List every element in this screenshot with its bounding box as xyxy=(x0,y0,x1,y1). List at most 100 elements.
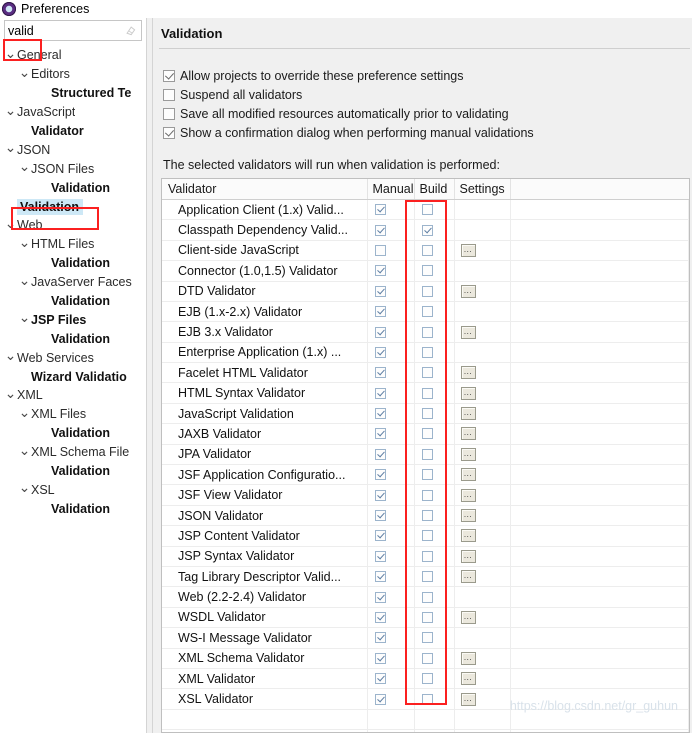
tree-item-json[interactable]: ⌄ JSON xyxy=(0,140,146,159)
tree-item-wizard-validatio[interactable]: Wizard Validatio xyxy=(0,367,146,386)
build-checkbox-cell[interactable] xyxy=(414,382,455,404)
settings-cell[interactable]: ... xyxy=(454,607,511,629)
manual-checkbox-cell[interactable] xyxy=(367,607,415,629)
pane-divider[interactable] xyxy=(146,18,153,733)
settings-ellipsis-button[interactable]: ... xyxy=(460,325,476,339)
tree-item-validation[interactable]: Validation xyxy=(0,462,146,481)
table-row[interactable]: Application Client (1.x) Valid... xyxy=(162,199,689,221)
table-row[interactable]: JSON Validator... xyxy=(162,505,689,527)
build-checkbox-unchecked[interactable] xyxy=(421,387,433,399)
manual-checkbox-checked[interactable] xyxy=(374,346,386,358)
build-checkbox-unchecked[interactable] xyxy=(421,510,433,522)
manual-checkbox-checked[interactable] xyxy=(374,408,386,420)
option-row[interactable]: Suspend all validators xyxy=(163,86,692,105)
settings-cell[interactable]: ... xyxy=(454,240,511,262)
table-row[interactable]: HTML Syntax Validator... xyxy=(162,382,689,404)
settings-ellipsis-button[interactable]: ... xyxy=(460,427,476,441)
tree-item-javascript[interactable]: ⌄ JavaScript xyxy=(0,103,146,122)
build-checkbox-cell[interactable] xyxy=(414,342,455,364)
tree-item-xml[interactable]: ⌄ XML xyxy=(0,386,146,405)
settings-cell[interactable]: ... xyxy=(454,362,511,384)
tree-item-validation[interactable]: Validation xyxy=(0,499,146,518)
settings-cell[interactable]: ... xyxy=(454,546,511,568)
build-checkbox-unchecked[interactable] xyxy=(421,652,433,664)
build-checkbox-unchecked[interactable] xyxy=(421,428,433,440)
eraser-icon[interactable] xyxy=(125,25,136,36)
checkbox-checked[interactable] xyxy=(163,127,175,140)
build-checkbox-unchecked[interactable] xyxy=(421,489,433,501)
table-row[interactable]: EJB (1.x-2.x) Validator xyxy=(162,301,689,323)
build-checkbox-cell[interactable] xyxy=(414,464,455,486)
build-checkbox-unchecked[interactable] xyxy=(421,693,433,705)
build-checkbox-unchecked[interactable] xyxy=(421,285,433,297)
tree-item-javaserver-faces[interactable]: ⌄ JavaServer Faces xyxy=(0,273,146,292)
table-row[interactable]: Client-side JavaScript... xyxy=(162,240,689,262)
build-checkbox-cell[interactable] xyxy=(414,648,455,669)
build-checkbox-cell[interactable] xyxy=(414,219,455,241)
manual-checkbox-cell[interactable] xyxy=(367,199,415,221)
manual-checkbox-cell[interactable] xyxy=(367,668,415,690)
manual-checkbox-checked[interactable] xyxy=(374,510,386,522)
settings-cell[interactable]: ... xyxy=(454,281,511,302)
manual-checkbox-checked[interactable] xyxy=(374,367,386,379)
manual-checkbox-cell[interactable] xyxy=(367,444,415,466)
settings-ellipsis-button[interactable]: ... xyxy=(460,692,476,706)
settings-cell[interactable]: ... xyxy=(454,566,511,588)
settings-ellipsis-button[interactable]: ... xyxy=(460,407,476,421)
manual-checkbox-checked[interactable] xyxy=(374,306,386,318)
chevron-down-icon[interactable]: ⌄ xyxy=(18,443,31,458)
manual-checkbox-checked[interactable] xyxy=(374,571,386,583)
chevron-down-icon[interactable]: ⌄ xyxy=(18,480,31,495)
build-checkbox-cell[interactable] xyxy=(414,321,455,343)
build-checkbox-cell[interactable] xyxy=(414,566,455,588)
checkbox-checked[interactable] xyxy=(163,70,175,83)
settings-cell[interactable]: ... xyxy=(454,382,511,404)
column-header-settings[interactable]: Settings xyxy=(454,178,511,200)
build-checkbox-cell[interactable] xyxy=(414,505,455,527)
manual-checkbox-cell[interactable] xyxy=(367,301,415,323)
settings-cell[interactable]: ... xyxy=(454,668,511,690)
settings-cell[interactable]: ... xyxy=(454,484,511,506)
build-checkbox-unchecked[interactable] xyxy=(421,632,433,644)
validators-table-container[interactable]: Validator Manual Build Settings Applicat… xyxy=(161,177,690,733)
build-checkbox-unchecked[interactable] xyxy=(421,611,433,623)
settings-ellipsis-button[interactable]: ... xyxy=(460,651,476,665)
manual-checkbox-cell[interactable] xyxy=(367,423,415,445)
tree-item-validation[interactable]: Validation xyxy=(0,178,146,197)
build-checkbox-unchecked[interactable] xyxy=(421,448,433,460)
build-checkbox-cell[interactable] xyxy=(414,627,455,649)
manual-checkbox-cell[interactable] xyxy=(367,321,415,343)
build-checkbox-cell[interactable] xyxy=(414,484,455,506)
build-checkbox-unchecked[interactable] xyxy=(421,367,433,379)
settings-ellipsis-button[interactable]: ... xyxy=(460,570,476,584)
build-checkbox-cell[interactable] xyxy=(414,240,455,262)
table-row[interactable]: XML Validator... xyxy=(162,668,689,690)
settings-cell[interactable]: ... xyxy=(454,403,511,425)
chevron-down-icon[interactable]: ⌄ xyxy=(4,216,17,231)
settings-ellipsis-button[interactable]: ... xyxy=(460,529,476,543)
tree-item-web-services[interactable]: ⌄ Web Services xyxy=(0,348,146,367)
manual-checkbox-cell[interactable] xyxy=(367,219,415,241)
tree-item-xml-files[interactable]: ⌄ XML Files xyxy=(0,405,146,424)
preferences-tree[interactable]: ⌄ General ⌄ Editors Structured Te ⌄ JavaScript… xyxy=(0,44,146,733)
build-checkbox-cell[interactable] xyxy=(414,423,455,445)
build-checkbox-unchecked[interactable] xyxy=(421,469,433,481)
build-checkbox-unchecked[interactable] xyxy=(421,550,433,562)
checkbox-unchecked[interactable] xyxy=(163,108,175,121)
build-checkbox-unchecked[interactable] xyxy=(421,346,433,358)
manual-checkbox-checked[interactable] xyxy=(374,469,386,481)
build-checkbox-cell[interactable] xyxy=(414,546,455,568)
settings-ellipsis-button[interactable]: ... xyxy=(460,509,476,523)
settings-cell[interactable]: ... xyxy=(454,688,511,710)
settings-ellipsis-button[interactable]: ... xyxy=(460,488,476,502)
manual-checkbox-checked[interactable] xyxy=(374,489,386,501)
build-checkbox-unchecked[interactable] xyxy=(421,244,433,256)
tree-item-html-files[interactable]: ⌄ HTML Files xyxy=(0,235,146,254)
settings-cell[interactable]: ... xyxy=(454,423,511,445)
tree-item-validator[interactable]: Validator xyxy=(0,122,146,141)
chevron-down-icon[interactable]: ⌄ xyxy=(18,65,31,80)
chevron-down-icon[interactable]: ⌄ xyxy=(4,103,17,118)
settings-cell[interactable]: ... xyxy=(454,444,511,466)
settings-ellipsis-button[interactable]: ... xyxy=(460,468,476,482)
build-checkbox-cell[interactable] xyxy=(414,260,455,282)
